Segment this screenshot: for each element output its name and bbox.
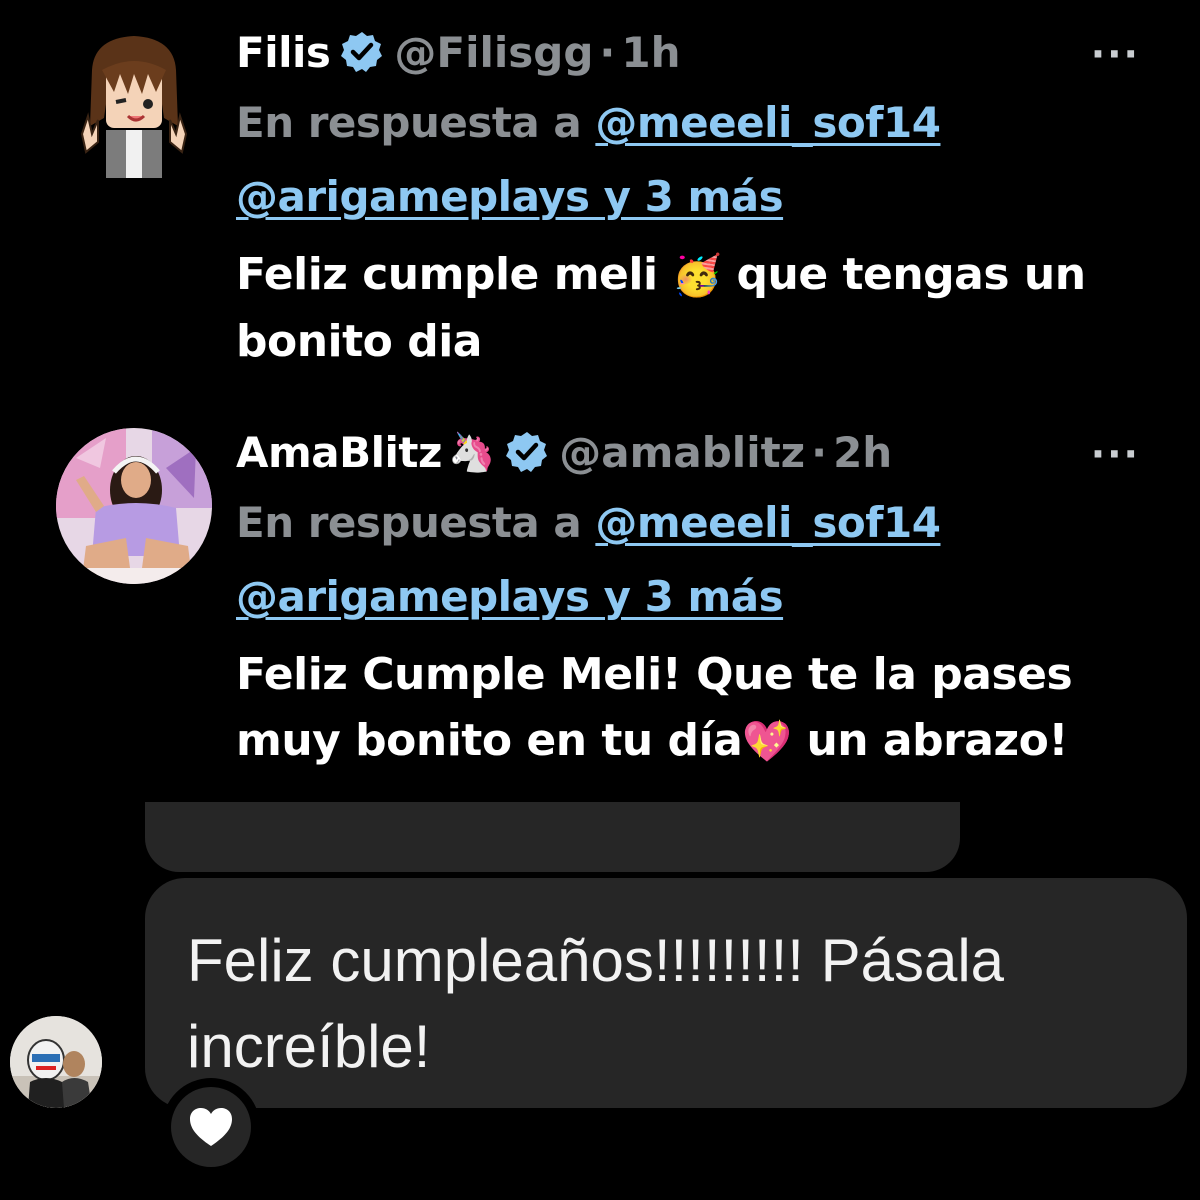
reply-prefix: En respuesta a — [236, 498, 596, 547]
sparkling-heart-emoji: 💖 — [742, 719, 792, 765]
tweet-text: Feliz Cumple Meli! Que te la pases muy b… — [236, 642, 1160, 775]
separator-dot: · — [811, 427, 828, 477]
display-name[interactable]: AmaBlitz — [236, 428, 442, 477]
mention-link[interactable]: @meeeli_sof14 — [595, 498, 941, 547]
unicorn-emoji: 🦄 — [447, 429, 496, 474]
tweet-header: Filis @Filisgg · 1h — [236, 18, 1160, 86]
user-handle[interactable]: @Filisgg — [394, 28, 593, 77]
previous-bubble-edge — [145, 802, 960, 872]
separator-dot: · — [599, 27, 616, 77]
timestamp[interactable]: 2h — [833, 428, 892, 477]
commenter-avatar[interactable] — [10, 1016, 102, 1108]
reply-context-more: @arigameplays y 3 más — [236, 160, 1160, 234]
reply-context-more: @arigameplays y 3 más — [236, 560, 1160, 634]
reply-context: En respuesta a @meeeli_sof14 — [236, 486, 1160, 560]
reply-context: En respuesta a @meeeli_sof14 — [236, 86, 1160, 160]
like-button-inner — [171, 1087, 251, 1167]
display-name[interactable]: Filis — [236, 28, 331, 77]
heart-icon — [190, 1108, 232, 1146]
pixel-anime-avatar-icon[interactable] — [74, 30, 194, 180]
verified-badge-icon — [505, 430, 549, 474]
more-options-icon[interactable]: ··· — [1091, 32, 1140, 76]
partying-face-emoji: 🥳 — [672, 253, 722, 299]
tweet-body: AmaBlitz 🦄 @amablitz · 2h ··· En respues… — [236, 418, 1160, 775]
tweet-header: AmaBlitz 🦄 @amablitz · 2h — [236, 418, 1160, 486]
tweet-body: Filis @Filisgg · 1h ··· En respuesta a @… — [236, 18, 1160, 375]
comment-text: Feliz cumpleaños!!!!!!!!! Pásala increíb… — [187, 927, 1005, 1080]
tweet-text-part: un abrazo! — [791, 715, 1068, 766]
profile-photo-icon[interactable] — [56, 428, 212, 584]
tweet-text-part: Feliz cumple meli — [236, 249, 673, 300]
mention-link-others[interactable]: @arigameplays y 3 más — [236, 572, 784, 621]
more-options-icon[interactable]: ··· — [1091, 432, 1140, 476]
tweet-text: Feliz cumple meli 🥳 que tengas un bonito… — [236, 242, 1160, 375]
timestamp[interactable]: 1h — [621, 28, 680, 77]
verified-badge-icon — [340, 30, 384, 74]
user-handle[interactable]: @amablitz — [559, 428, 805, 477]
reply-prefix: En respuesta a — [236, 98, 596, 147]
like-button[interactable] — [162, 1078, 260, 1176]
page: Filis @Filisgg · 1h ··· En respuesta a @… — [0, 0, 1200, 1200]
mention-link[interactable]: @meeeli_sof14 — [595, 98, 941, 147]
comment-bubble[interactable]: Feliz cumpleaños!!!!!!!!! Pásala increíb… — [145, 878, 1187, 1108]
mention-link-others[interactable]: @arigameplays y 3 más — [236, 172, 784, 221]
